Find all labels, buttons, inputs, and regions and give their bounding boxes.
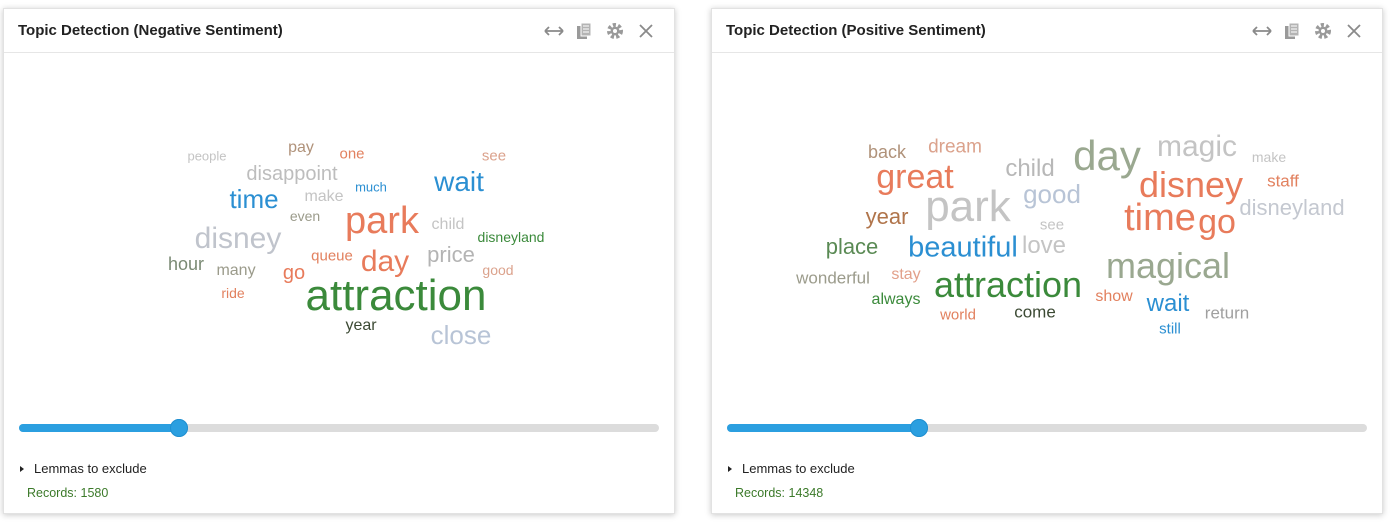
- gear-icon[interactable]: [605, 21, 625, 41]
- cloud-word-year[interactable]: year: [345, 318, 376, 334]
- cloud-word-pay[interactable]: pay: [288, 140, 314, 156]
- cloud-word-return[interactable]: return: [1205, 305, 1249, 322]
- slider-fill: [19, 424, 179, 432]
- cloud-word-price[interactable]: price: [427, 244, 475, 266]
- resize-horizontal-icon[interactable]: [544, 21, 564, 41]
- gear-icon[interactable]: [1313, 21, 1333, 41]
- cloud-word-disney[interactable]: disney: [195, 224, 282, 254]
- cloud-word-attraction[interactable]: attraction: [306, 274, 487, 318]
- frequency-slider[interactable]: [727, 419, 1367, 437]
- caret-right-icon: [728, 465, 732, 472]
- topic-panel-negative: Topic Detection (Negative Sentiment) peo…: [3, 8, 675, 514]
- cloud-word-park[interactable]: park: [925, 185, 1011, 229]
- cloud-word-park[interactable]: park: [345, 202, 419, 240]
- cloud-word-make[interactable]: make: [1252, 150, 1286, 164]
- cloud-word-attraction[interactable]: attraction: [934, 267, 1082, 303]
- cloud-word-staff[interactable]: staff: [1267, 173, 1299, 190]
- cloud-word-wait[interactable]: wait: [1147, 292, 1190, 316]
- cloud-word-close[interactable]: close: [431, 322, 492, 348]
- caret-right-icon: [20, 465, 24, 472]
- cloud-word-time[interactable]: time: [1124, 199, 1196, 237]
- cloud-word-day[interactable]: day: [1073, 135, 1141, 177]
- resize-horizontal-icon[interactable]: [1252, 21, 1272, 41]
- lemmas-label: Lemmas to exclude: [742, 461, 855, 476]
- slider-handle[interactable]: [910, 419, 928, 437]
- cloud-word-stay[interactable]: stay: [891, 267, 920, 283]
- cloud-word-go[interactable]: go: [283, 263, 305, 283]
- cloud-word-go[interactable]: go: [1198, 205, 1236, 239]
- cloud-word-disneyland[interactable]: disneyland: [1239, 197, 1344, 219]
- cloud-word-see[interactable]: see: [482, 149, 506, 164]
- cloud-word-child[interactable]: child: [1005, 157, 1054, 181]
- cloud-word-many[interactable]: many: [216, 263, 255, 279]
- copy-icon[interactable]: [574, 21, 594, 41]
- cloud-word-still[interactable]: still: [1159, 322, 1181, 337]
- cloud-word-magical[interactable]: magical: [1106, 248, 1230, 284]
- close-icon[interactable]: [1344, 21, 1364, 41]
- cloud-word-see[interactable]: see: [1040, 218, 1064, 233]
- records-count: Records: 14348: [735, 486, 824, 500]
- close-icon[interactable]: [636, 21, 656, 41]
- cloud-word-ride[interactable]: ride: [221, 286, 244, 300]
- topic-panel-positive: Topic Detection (Positive Sentiment) bac…: [711, 8, 1383, 514]
- copy-icon[interactable]: [1282, 21, 1302, 41]
- cloud-word-wait[interactable]: wait: [434, 168, 484, 196]
- cloud-word-disneyland[interactable]: disneyland: [478, 230, 545, 244]
- cloud-word-make[interactable]: make: [304, 189, 343, 205]
- cloud-word-hour[interactable]: hour: [168, 255, 204, 273]
- cloud-word-even[interactable]: even: [290, 209, 320, 223]
- cloud-word-one[interactable]: one: [339, 147, 364, 162]
- cloud-word-good[interactable]: good: [482, 263, 513, 277]
- cloud-word-world[interactable]: world: [940, 308, 976, 323]
- cloud-word-much[interactable]: much: [355, 181, 387, 194]
- cloud-word-always[interactable]: always: [872, 292, 921, 308]
- panel-header: Topic Detection (Negative Sentiment): [4, 9, 674, 53]
- cloud-word-year[interactable]: year: [866, 206, 909, 228]
- cloud-word-dream[interactable]: dream: [928, 138, 982, 157]
- cloud-word-queue[interactable]: queue: [311, 249, 353, 264]
- lemmas-to-exclude-toggle[interactable]: Lemmas to exclude: [20, 461, 147, 476]
- cloud-word-show[interactable]: show: [1095, 289, 1132, 305]
- panel-title: Topic Detection (Negative Sentiment): [18, 22, 283, 39]
- cloud-word-beautiful[interactable]: beautiful: [908, 233, 1018, 263]
- panel-title: Topic Detection (Positive Sentiment): [726, 22, 986, 39]
- cloud-word-time[interactable]: time: [229, 186, 278, 212]
- cloud-word-come[interactable]: come: [1014, 304, 1056, 321]
- lemmas-label: Lemmas to exclude: [34, 461, 147, 476]
- frequency-slider[interactable]: [19, 419, 659, 437]
- slider-fill: [727, 424, 919, 432]
- cloud-word-good[interactable]: good: [1023, 181, 1081, 207]
- panel-header: Topic Detection (Positive Sentiment): [712, 9, 1382, 53]
- cloud-word-people[interactable]: people: [187, 150, 226, 163]
- cloud-word-love[interactable]: love: [1022, 234, 1066, 258]
- word-cloud: back dream child day magic make great disney sta…: [712, 53, 1382, 413]
- word-cloud: people pay one see disappoint much wait time mak…: [4, 53, 674, 413]
- cloud-word-magic[interactable]: magic: [1157, 132, 1237, 162]
- lemmas-to-exclude-toggle[interactable]: Lemmas to exclude: [728, 461, 855, 476]
- records-count: Records: 1580: [27, 486, 109, 500]
- cloud-word-wonderful[interactable]: wonderful: [796, 270, 870, 287]
- slider-handle[interactable]: [170, 419, 188, 437]
- cloud-word-place[interactable]: place: [826, 236, 879, 258]
- cloud-word-disappoint[interactable]: disappoint: [246, 164, 337, 184]
- cloud-word-child[interactable]: child: [432, 217, 465, 233]
